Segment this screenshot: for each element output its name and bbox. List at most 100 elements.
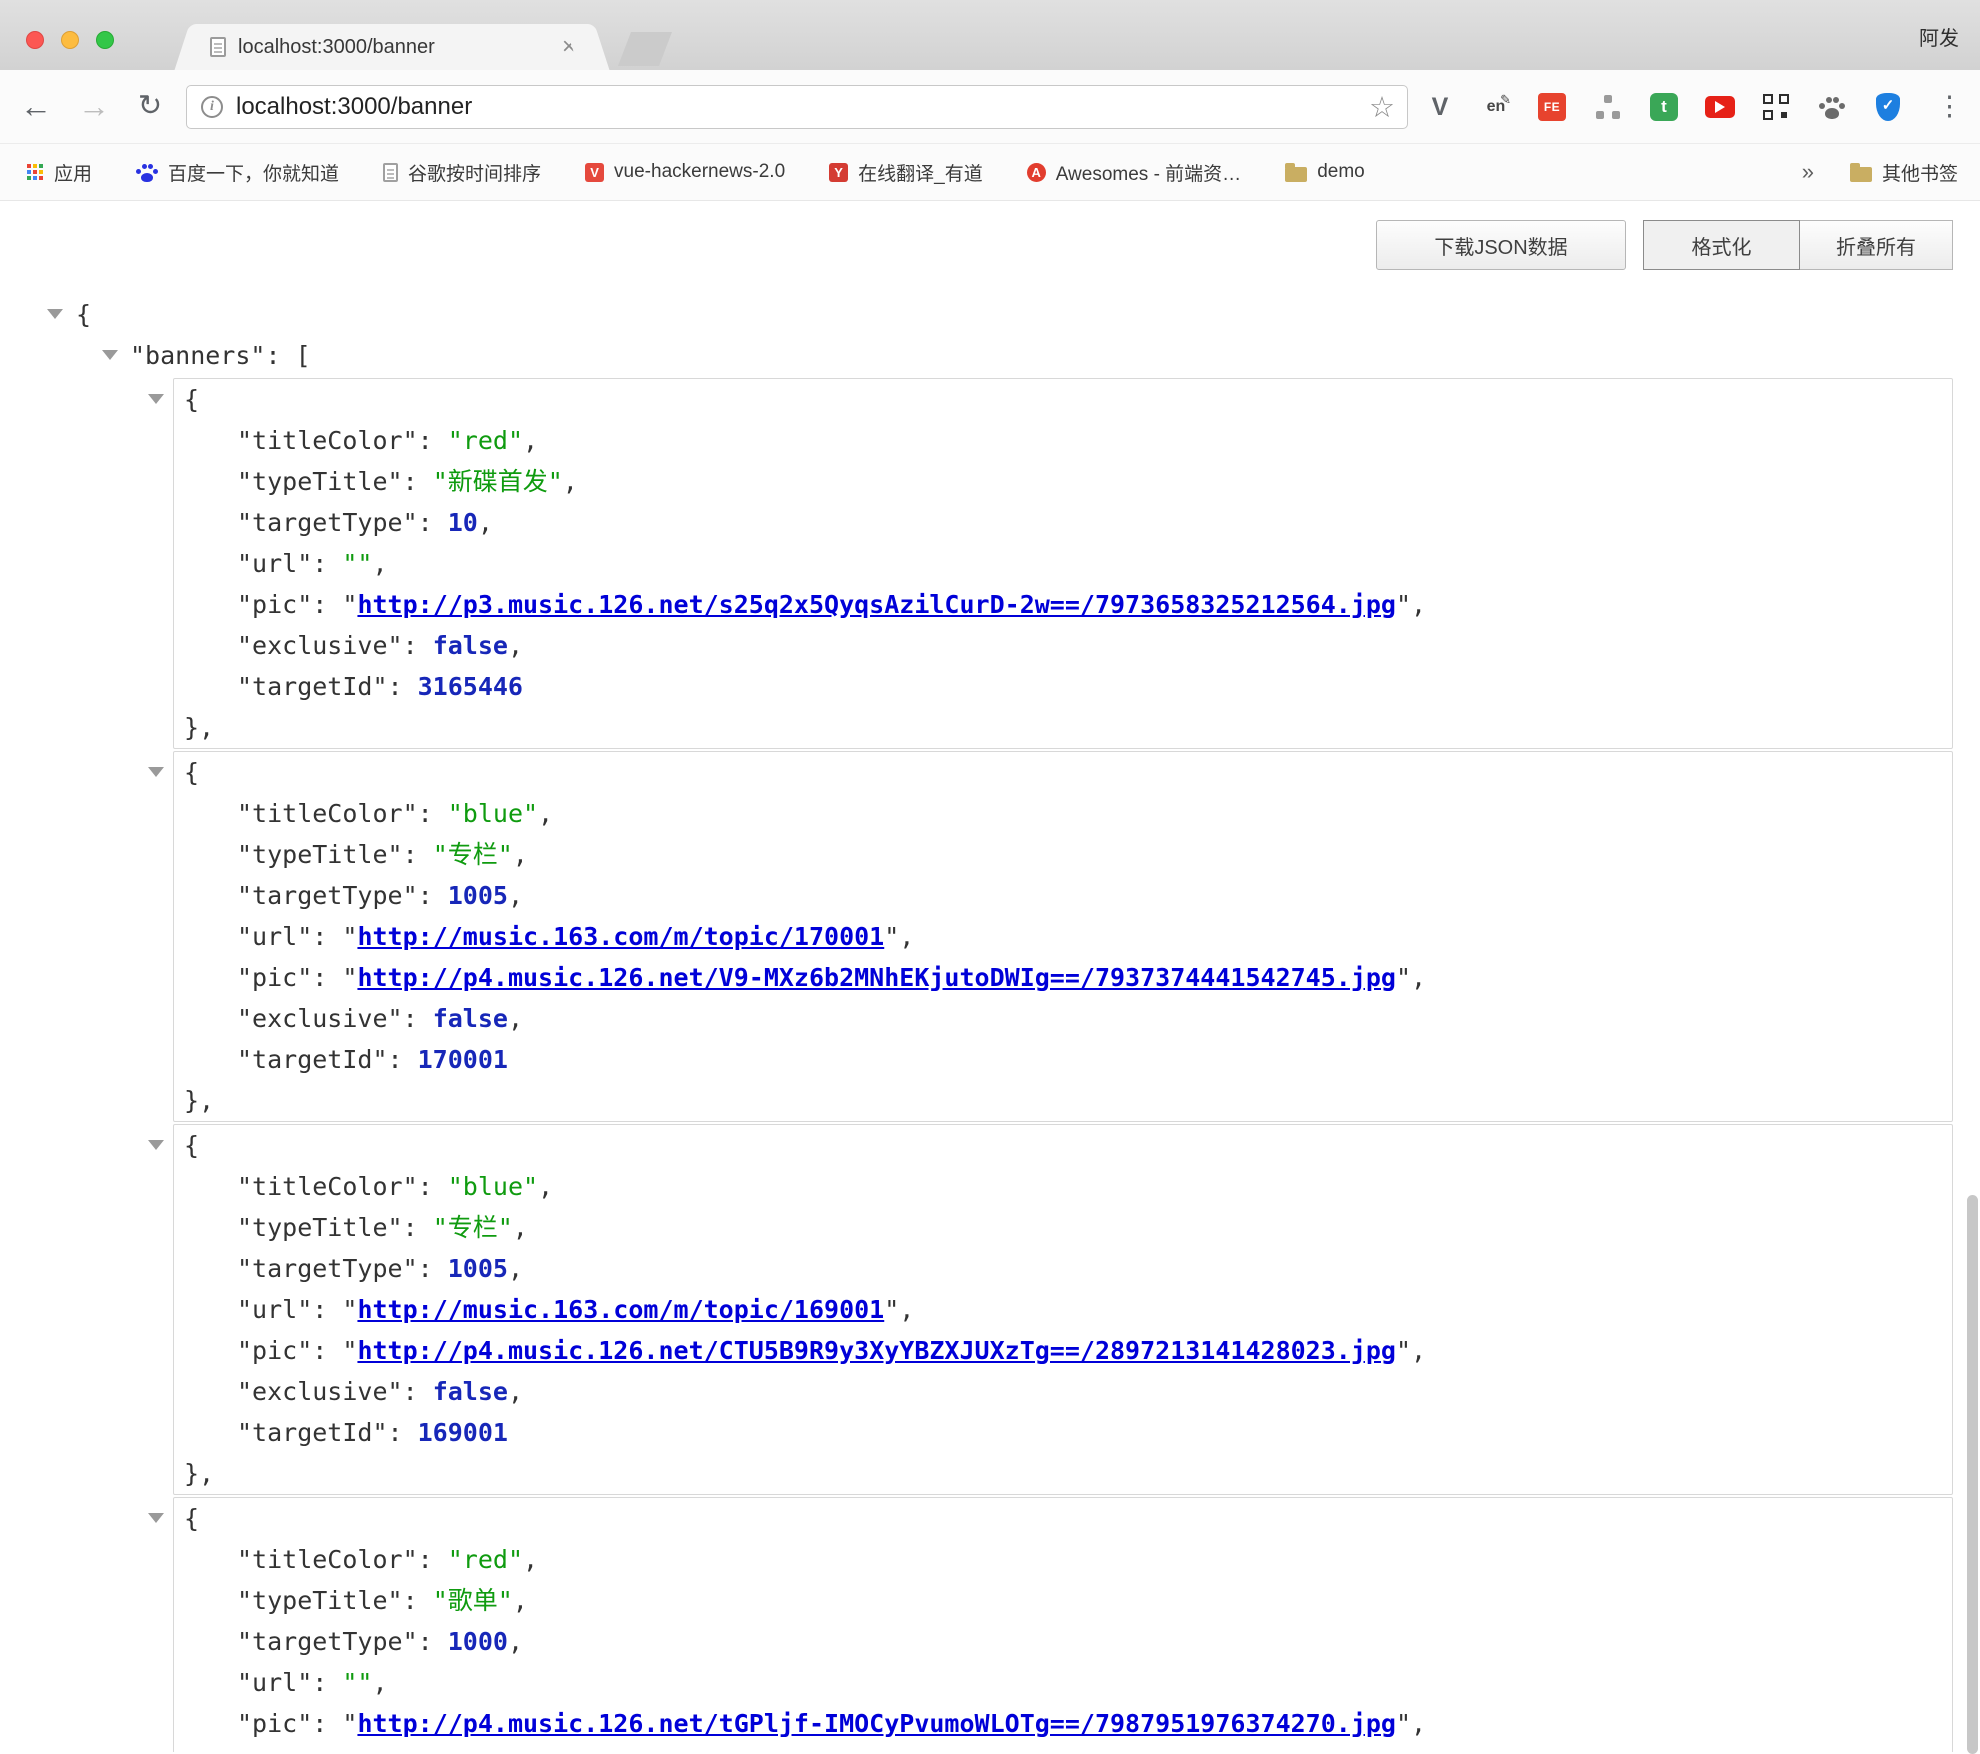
window-zoom-button[interactable] xyxy=(96,31,114,49)
json-token: "banners": [ xyxy=(130,341,311,370)
browser-tab[interactable]: localhost:3000/banner × xyxy=(196,24,588,70)
json-url-link[interactable]: http://p4.music.126.net/tGPljf-IMOCyPvum… xyxy=(357,1709,1396,1738)
page-info-icon[interactable]: i xyxy=(201,96,223,118)
tab-close-icon[interactable]: × xyxy=(562,35,576,59)
json-token: , xyxy=(1411,1336,1426,1365)
address-bar[interactable]: i localhost:3000/banner ☆ xyxy=(186,85,1408,129)
bookmark-label: 百度一下，你就知道 xyxy=(168,159,339,186)
json-token: "typeTitle" xyxy=(237,467,403,496)
json-object-box: {"titleColor": "blue","typeTitle": "专栏",… xyxy=(173,1124,1953,1495)
download-json-button[interactable]: 下载JSON数据 xyxy=(1376,220,1626,270)
collapse-triangle-icon[interactable] xyxy=(102,350,118,360)
json-line: { xyxy=(174,1125,1952,1166)
json-url-link[interactable]: http://p4.music.126.net/V9-MXz6b2MNhEKju… xyxy=(357,963,1396,992)
back-button[interactable]: ← xyxy=(16,70,56,144)
bookmark-label: 在线翻译_有道 xyxy=(858,159,983,186)
youtube-extension-icon[interactable] xyxy=(1705,92,1735,122)
scrollbar-thumb[interactable] xyxy=(1967,1195,1978,1754)
json-token: , xyxy=(372,1668,387,1697)
bookmark-awesomes[interactable]: A Awesomes - 前端资… xyxy=(1027,159,1241,186)
json-token: " xyxy=(342,922,357,951)
bookmark-vue-hackernews[interactable]: V vue-hackernews-2.0 xyxy=(585,161,785,183)
people-extension-icon[interactable] xyxy=(1593,92,1623,122)
json-token: : xyxy=(418,508,448,537)
bookmark-baidu[interactable]: 百度一下，你就知道 xyxy=(136,159,339,186)
collapse-triangle-icon[interactable] xyxy=(47,309,63,319)
json-url-link[interactable]: http://music.163.com/m/topic/170001 xyxy=(357,922,884,951)
json-token: , xyxy=(508,881,523,910)
apps-shortcut[interactable]: 应用 xyxy=(26,159,92,186)
json-url-link[interactable]: http://music.163.com/m/topic/169001 xyxy=(357,1295,884,1324)
json-token: , xyxy=(1411,963,1426,992)
url-text[interactable]: localhost:3000/banner xyxy=(236,93,1369,121)
new-tab-button[interactable] xyxy=(618,32,672,66)
json-token: : xyxy=(312,549,342,578)
collapse-triangle-icon[interactable] xyxy=(148,1513,164,1523)
fehelper-extension-icon[interactable]: FE xyxy=(1537,92,1567,122)
json-line: "exclusive": false, xyxy=(174,998,1952,1039)
json-token: , xyxy=(513,840,528,869)
json-token: , xyxy=(538,1172,553,1201)
json-token: , xyxy=(508,1254,523,1283)
json-number-value: 169001 xyxy=(418,1418,508,1447)
json-line: "targetId": 170001 xyxy=(174,1039,1952,1080)
json-string-value: "歌单" xyxy=(433,1586,513,1615)
shield-extension-icon[interactable]: ✓ xyxy=(1873,92,1903,122)
collapse-all-button[interactable]: 折叠所有 xyxy=(1799,220,1953,270)
json-line: "pic": "http://p3.music.126.net/s25q2x5Q… xyxy=(174,584,1952,625)
json-token: "typeTitle" xyxy=(237,1213,403,1242)
v-extension-icon[interactable]: V xyxy=(1425,92,1455,122)
bookmark-youdao-translate[interactable]: Y 在线翻译_有道 xyxy=(829,159,983,186)
baidu-paw-icon xyxy=(136,161,158,183)
json-line: "targetType": 10, xyxy=(174,502,1952,543)
json-number-value: 1005 xyxy=(448,1254,508,1283)
bookmarks-overflow-chevron[interactable]: » xyxy=(1802,159,1814,185)
window-close-button[interactable] xyxy=(26,31,44,49)
json-line: "pic": "http://p4.music.126.net/V9-MXz6b… xyxy=(174,957,1952,998)
json-token: { xyxy=(184,1504,199,1533)
collapse-triangle-icon[interactable] xyxy=(148,394,164,404)
json-line: "titleColor": "red", xyxy=(174,1539,1952,1580)
json-token: , xyxy=(508,1004,523,1033)
bookmark-folder-demo[interactable]: demo xyxy=(1285,161,1365,183)
json-token: : xyxy=(388,1418,418,1447)
json-token: : xyxy=(403,1004,433,1033)
json-token: " xyxy=(342,1336,357,1365)
json-object-box: {"titleColor": "red","typeTitle": "新碟首发"… xyxy=(173,378,1953,749)
qrcode-extension-icon[interactable] xyxy=(1761,92,1791,122)
collapse-triangle-icon[interactable] xyxy=(148,767,164,777)
other-bookmarks[interactable]: 其他书签 xyxy=(1850,159,1958,186)
json-token: "pic" xyxy=(237,1709,312,1738)
bookmark-star-icon[interactable]: ☆ xyxy=(1369,90,1395,125)
reload-button[interactable]: ↻ xyxy=(130,70,170,144)
json-url-link[interactable]: http://p4.music.126.net/CTU5B9R9y3XyYBZX… xyxy=(357,1336,1396,1365)
json-token: , xyxy=(508,631,523,660)
json-line: "exclusive": false xyxy=(174,1744,1952,1752)
json-token: " xyxy=(1396,1336,1411,1365)
json-token: }, xyxy=(184,1459,214,1488)
json-token: "pic" xyxy=(237,963,312,992)
json-line: "titleColor": "red", xyxy=(174,420,1952,461)
apps-label: 应用 xyxy=(54,159,92,186)
json-url-link[interactable]: http://p3.music.126.net/s25q2x5QyqsAzilC… xyxy=(357,590,1396,619)
json-token: " xyxy=(884,922,899,951)
collapse-triangle-icon[interactable] xyxy=(148,1140,164,1150)
youdao-favicon-icon: Y xyxy=(829,163,848,182)
json-token: , xyxy=(1411,590,1426,619)
browser-menu-icon[interactable]: ⋮ xyxy=(1936,70,1960,144)
paw-extension-icon[interactable] xyxy=(1817,92,1847,122)
folder-icon xyxy=(1285,167,1307,182)
format-button[interactable]: 格式化 xyxy=(1643,220,1800,270)
translate-extension-icon[interactable]: en ✎ xyxy=(1481,92,1511,122)
green-extension-icon[interactable]: t xyxy=(1649,92,1679,122)
json-token: , xyxy=(899,1295,914,1324)
json-line: "targetType": 1000, xyxy=(174,1621,1952,1662)
json-token: "url" xyxy=(237,1668,312,1697)
json-token: : xyxy=(403,1750,433,1752)
profile-name[interactable]: 阿发 xyxy=(1919,22,1959,51)
bookmark-google-sort[interactable]: 谷歌按时间排序 xyxy=(383,159,541,186)
json-token: "titleColor" xyxy=(237,1545,418,1574)
bookmarks-bar: 应用 百度一下，你就知道 谷歌按时间排序 V vue-hackernews-2.… xyxy=(0,144,1980,201)
window-minimize-button[interactable] xyxy=(61,31,79,49)
json-line: { xyxy=(174,379,1952,420)
